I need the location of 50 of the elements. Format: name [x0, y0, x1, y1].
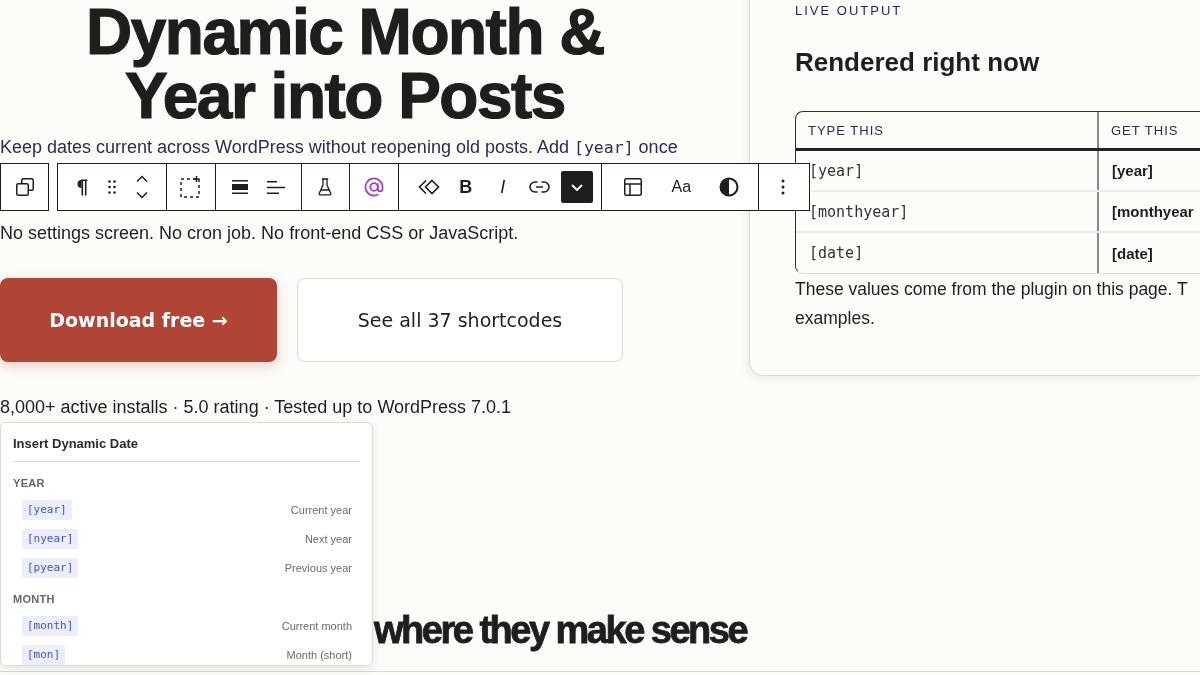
column-header: GET THIS — [1110, 121, 1180, 140]
table-note: examples. — [795, 307, 876, 330]
pilcrow-icon — [76, 178, 88, 196]
menu-title: Insert Dynamic Date — [13, 436, 360, 462]
typography-button[interactable]: Aa — [657, 164, 706, 210]
overlapping-squares-icon — [15, 178, 34, 196]
card-title: Rendered right now — [795, 47, 1041, 77]
group-label: MONTH — [13, 592, 56, 606]
at-sign-icon — [363, 177, 384, 197]
more-formatting-button[interactable] — [560, 171, 593, 203]
align-full-icon — [231, 180, 248, 194]
drag-handle-icon — [108, 180, 116, 194]
option-description: Current month — [281, 619, 352, 632]
stats-text: 8,000+ active installs · 5.0 rating · Tested up to WordPress 7.0.1 — [0, 396, 513, 418]
dashed-square-icon — [179, 176, 202, 198]
eyebrow-label: LIVE OUTPUT — [795, 3, 904, 19]
contrast-icon — [719, 177, 740, 197]
shortcode-option[interactable]: [nyear] — [22, 528, 79, 549]
table-cell-text: [monthyear — [1111, 202, 1195, 222]
more-icon — [781, 179, 786, 195]
table-note: These values come from the plugin on this page. T — [795, 278, 1189, 301]
link-icon — [529, 181, 551, 193]
italic-button[interactable]: I — [484, 164, 521, 210]
layout-icon — [624, 178, 643, 196]
shortcode-option[interactable]: [month] — [22, 615, 79, 636]
option-description: Next year — [304, 532, 352, 545]
option-description: Current year — [290, 503, 352, 516]
block-switcher-button[interactable] — [0, 163, 49, 211]
hero-title: Dynamic Month & Year into Posts — [85, 0, 605, 128]
flask-icon — [318, 178, 333, 196]
download-button[interactable]: Download free → — [0, 278, 277, 362]
table-cell: [date] — [796, 233, 1099, 273]
group-label: YEAR — [13, 476, 46, 490]
chevron-diamond-icon — [417, 179, 440, 195]
option-description: Month (short) — [286, 648, 352, 661]
intro-text: Keep dates current across WordPress without reopening old posts. Add [year] once — [0, 136, 679, 159]
chevron-down-icon — [570, 183, 583, 191]
align-left-icon — [266, 180, 285, 194]
feature-note: No settings screen. No cron job. No front-end CSS or JavaScript. — [0, 222, 520, 244]
table-cell-text: [date] — [1111, 243, 1154, 264]
shortcode-option[interactable]: [mon] — [22, 644, 66, 665]
section-heading: where they make sense — [374, 608, 747, 653]
shortcode-option[interactable]: [year] — [22, 499, 72, 520]
bold-button[interactable]: B — [447, 164, 484, 210]
shortcode-option[interactable]: [pyear] — [22, 557, 79, 578]
shortcodes-button[interactable]: See all 37 shortcodes — [297, 278, 623, 362]
option-description: Previous year — [284, 561, 352, 574]
column-header: TYPE THIS — [796, 112, 1099, 148]
table-cell-text: [year] — [1111, 161, 1154, 181]
up-down-chevrons-icon — [136, 175, 148, 199]
